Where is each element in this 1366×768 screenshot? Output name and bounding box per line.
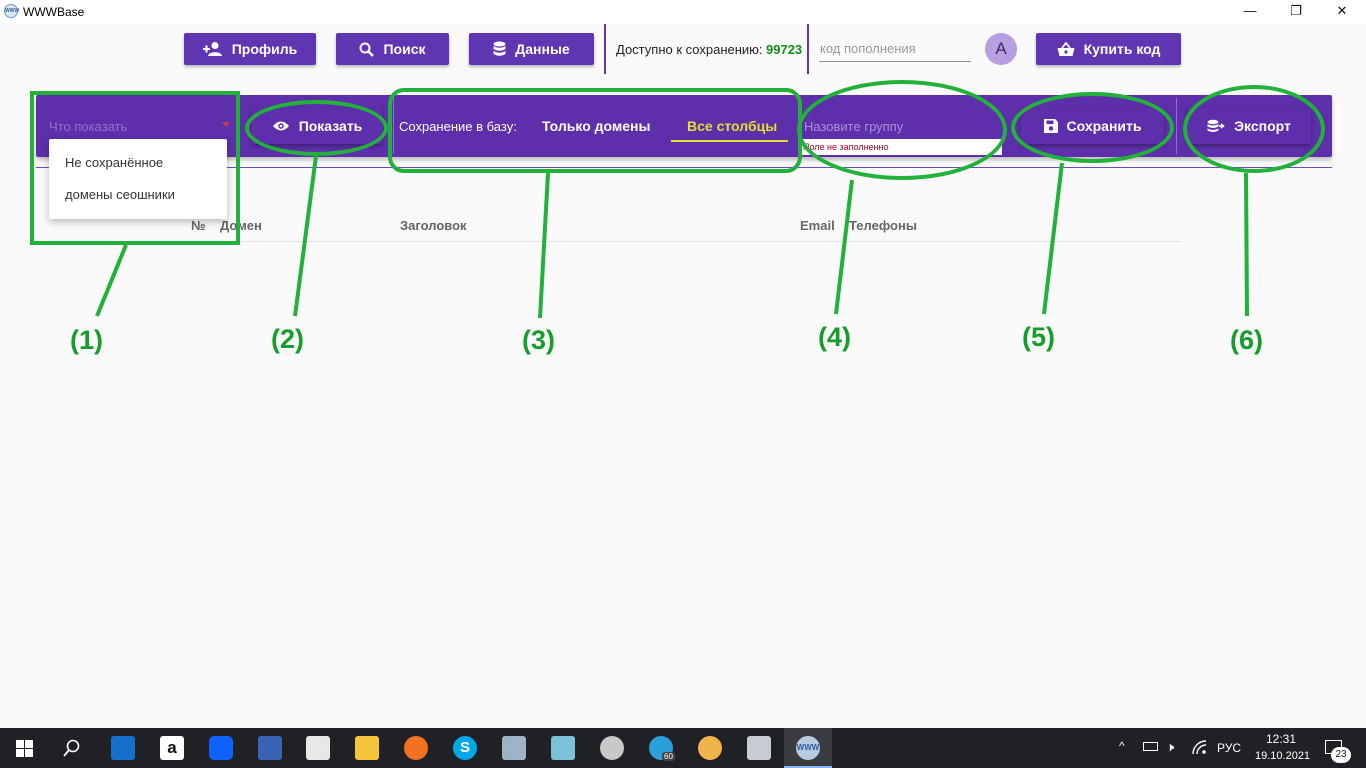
language-indicator[interactable]: РУС	[1217, 741, 1241, 755]
wifi-icon[interactable]	[1192, 740, 1207, 755]
mail-app-icon[interactable]	[111, 736, 135, 760]
notes-app-icon[interactable]	[551, 736, 575, 760]
remote-desktop-app-icon[interactable]	[258, 736, 282, 760]
taskbar-search-icon[interactable]	[63, 739, 81, 757]
volume-muted-icon[interactable]: 🕨	[1166, 739, 1174, 755]
notification-badge: 23	[1331, 747, 1351, 763]
amazon-app-icon[interactable]: a	[160, 736, 184, 760]
skype-app-icon[interactable]: S	[453, 736, 477, 760]
documents-app-icon[interactable]	[747, 736, 771, 760]
paint-app-icon[interactable]	[698, 736, 722, 760]
telegram-badge: 60	[662, 752, 675, 761]
annotation-label-1: (1)	[70, 325, 103, 355]
dropbox-app-icon[interactable]	[209, 736, 233, 760]
annotation-lines	[95, 155, 1249, 319]
annotation-label-5: (5)	[1022, 322, 1055, 352]
file-explorer-icon[interactable]	[355, 736, 379, 760]
windows-start-icon[interactable]	[16, 740, 33, 757]
firefox-app-icon[interactable]	[404, 736, 428, 760]
wwwbase-app-icon[interactable]: WWW	[796, 736, 820, 760]
annotation-label-4: (4)	[818, 322, 851, 352]
annotation-label-3: (3)	[522, 325, 555, 355]
battery-icon[interactable]	[1143, 742, 1158, 751]
task-manager-app-icon[interactable]	[502, 736, 526, 760]
clock-time[interactable]: 12:31	[1266, 732, 1296, 746]
annotation-label-6: (6)	[1230, 325, 1263, 355]
disc-app-icon[interactable]	[600, 736, 624, 760]
annotation-label-2: (2)	[271, 324, 304, 354]
tray-chevron-icon[interactable]: ^	[1119, 739, 1125, 753]
clock-date[interactable]: 19.10.2021	[1255, 750, 1310, 762]
store-app-icon[interactable]	[306, 736, 330, 760]
taskbar: a S 60 WWW ^ 🕨 РУС 12:31 19.10.2021 23	[0, 728, 1366, 768]
